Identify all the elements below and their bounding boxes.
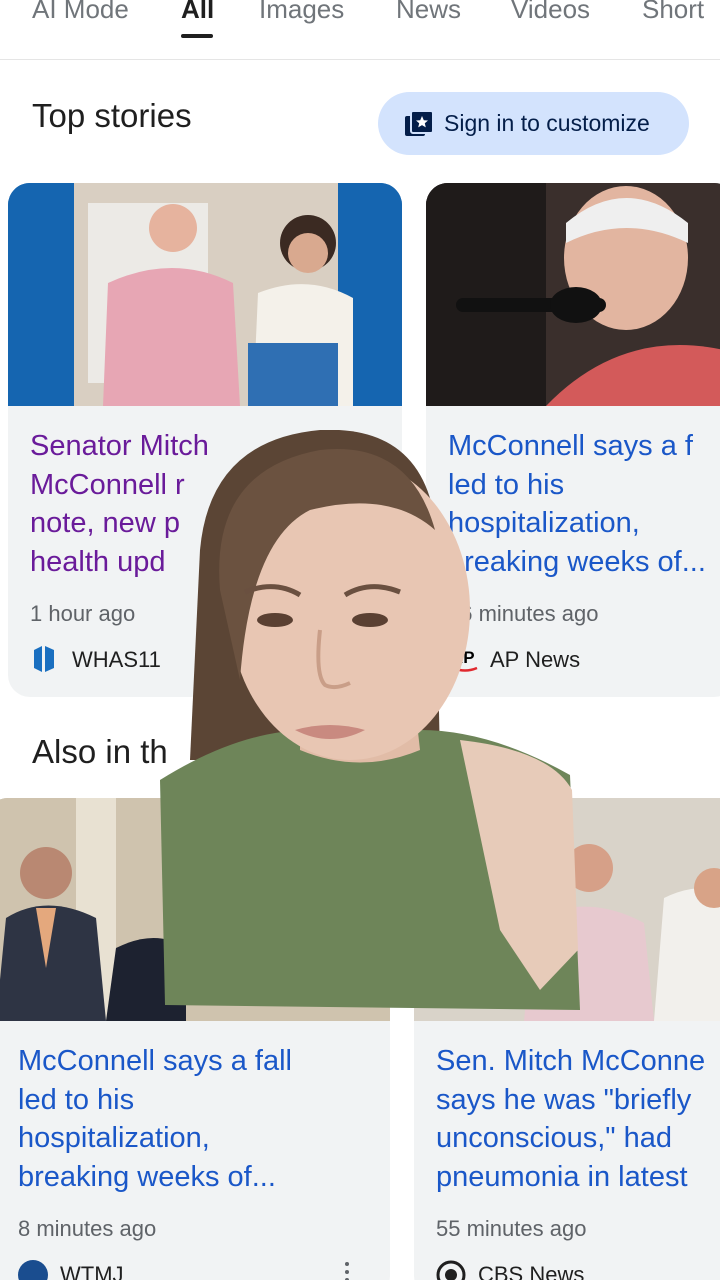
story-source: WTMJ [60, 1262, 124, 1280]
active-tab-indicator [181, 34, 213, 38]
story-time: 8 minutes ago [18, 1216, 157, 1241]
tab-all[interactable]: All [181, 0, 214, 25]
story-image-hospital [8, 183, 402, 406]
story-image-mcconnell-microphone [426, 183, 720, 406]
top-stories-title: Top stories [32, 97, 192, 134]
sign-in-to-customize-button[interactable]: Sign in to customize [378, 92, 689, 155]
more-options-icon[interactable] [344, 1262, 350, 1280]
story-source: CBS News [478, 1262, 585, 1280]
story-source: WHAS11 [72, 647, 161, 672]
tab-ai-mode[interactable]: AI Mode [32, 0, 129, 25]
creator-video-overlay [160, 429, 580, 1010]
story-time: 55 minutes ago [436, 1216, 587, 1241]
whas11-logo-icon [32, 644, 56, 679]
tab-images[interactable]: Images [259, 0, 344, 25]
wtmj-logo-icon [18, 1260, 48, 1280]
newspaper-star-icon [404, 109, 434, 138]
sign-in-label: Sign in to customize [444, 110, 650, 136]
also-in-news-title: Also in th [32, 733, 168, 770]
story-time: 1 hour ago [30, 601, 136, 626]
tab-news[interactable]: News [396, 0, 461, 25]
cbs-eye-logo-icon [436, 1260, 466, 1280]
search-tabs: AI Mode All Images News Videos Short [0, 0, 720, 60]
story-headline[interactable]: McConnell says a fall led to his hospita… [18, 1042, 388, 1196]
tab-videos[interactable]: Videos [511, 0, 590, 25]
tab-short[interactable]: Short [642, 0, 704, 25]
story-headline[interactable]: Sen. Mitch McConne says he was "briefly … [436, 1042, 720, 1196]
